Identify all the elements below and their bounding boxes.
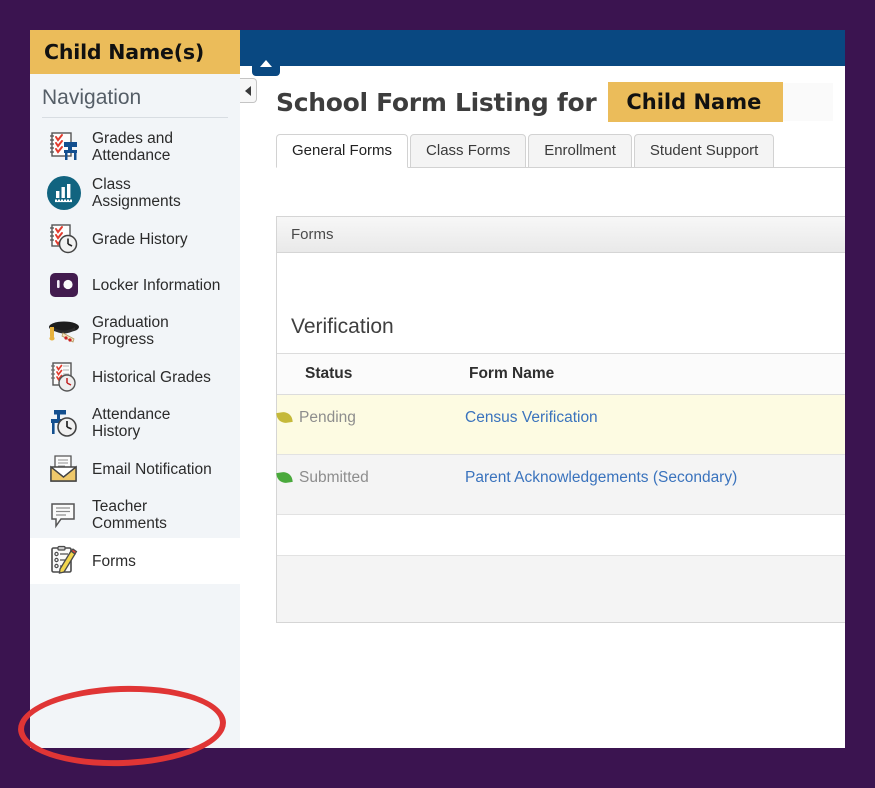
triangle-left-icon (245, 85, 251, 96)
table-row-spacer (277, 514, 845, 556)
cell-footer (465, 555, 845, 622)
sidebar-item-label: Locker Information (92, 276, 221, 294)
locker-information-icon (44, 266, 84, 304)
sidebar-item-email-notification[interactable]: Email Notification (30, 446, 240, 492)
cell-status: Pending (276, 394, 465, 455)
student-name-chip: Child Name (608, 82, 784, 122)
sidebar-item-label: Class Assignments (92, 176, 181, 210)
collapse-header-button[interactable] (252, 56, 280, 76)
status-label: Submitted (299, 469, 369, 486)
sidebar-item-grade-history[interactable]: Grade History (30, 216, 240, 262)
sidebar-item-label: Grades and Attendance (92, 130, 173, 164)
class-assignments-icon (44, 174, 84, 212)
graduation-cap-icon (44, 312, 84, 350)
sidebar-item-forms[interactable]: Forms (30, 538, 240, 584)
leaf-icon-yellow (276, 411, 293, 424)
cell-form-name: Parent Acknowledgements (Secondary) (465, 454, 845, 515)
page-title: School Form Listing for (276, 87, 597, 117)
title-blank-chip (783, 83, 834, 121)
sidebar-item-attendance-history[interactable]: Attendance History (30, 400, 240, 446)
historical-grades-icon (44, 358, 84, 396)
column-header-status: Status (277, 353, 465, 395)
sidebar-item-locker-information[interactable]: Locker Information (30, 262, 240, 308)
grade-history-icon (44, 220, 84, 258)
table-row-footer (277, 555, 845, 622)
sidebar-item-grades-and-attendance[interactable]: Grades and Attendance (30, 124, 240, 170)
forms-icon (44, 542, 84, 580)
tab-class-forms[interactable]: Class Forms (410, 134, 527, 168)
form-link-parent-acknowledgements[interactable]: Parent Acknowledgements (Secondary) (465, 469, 737, 486)
tab-student-support[interactable]: Student Support (633, 134, 775, 168)
main-window: School Form Listing for Child Name Gener… (240, 30, 845, 748)
table-row: Submitted Parent Acknowledgements (Secon… (276, 454, 845, 515)
cell-spacer (465, 514, 845, 556)
navigation-title: Navigation (42, 86, 142, 109)
cell-form-name: Census Verification (465, 394, 845, 455)
top-header-bar (240, 30, 845, 66)
teacher-comments-icon (44, 496, 84, 534)
sidebar-item-label: Historical Grades (92, 368, 211, 386)
navigation-divider (42, 117, 228, 118)
table-header-row: Status Form Name (277, 353, 845, 395)
triangle-up-icon (260, 60, 272, 67)
sidebar-item-historical-grades[interactable]: Historical Grades (30, 354, 240, 400)
form-link-census-verification[interactable]: Census Verification (465, 409, 598, 426)
attendance-history-icon (44, 404, 84, 442)
sidebar-item-label: Teacher Comments (92, 498, 167, 532)
sidebar-item-teacher-comments[interactable]: Teacher Comments (30, 492, 240, 538)
sidebar-item-label: Graduation Progress (92, 314, 169, 348)
student-name-label: Child Name(s) (44, 40, 205, 64)
verification-section-title: Verification (291, 315, 394, 338)
sidebar-toggle-button[interactable] (240, 78, 257, 103)
tab-enrollment[interactable]: Enrollment (528, 134, 632, 168)
status-label: Pending (299, 409, 356, 426)
forms-panel-body: Verification Status Form Name Pending Ce… (276, 253, 845, 622)
forms-panel: Forms Verification Status Form Name Pend… (276, 216, 845, 623)
leaf-icon-green (276, 471, 293, 484)
student-name-header: Child Name(s) (30, 30, 240, 74)
sidebar-item-label: Attendance History (92, 406, 171, 440)
sidebar-item-graduation-progress[interactable]: Graduation Progress (30, 308, 240, 354)
tab-general-forms[interactable]: General Forms (276, 134, 409, 168)
cell-footer (277, 555, 465, 622)
grades-attendance-icon (44, 128, 84, 166)
panel-spacer (277, 253, 845, 315)
tab-bar: General Forms Class Forms Enrollment Stu… (276, 134, 845, 168)
page-body: School Form Listing for Child Name Gener… (240, 66, 845, 748)
sidebar-item-label: Forms (92, 552, 136, 570)
navigation-panel: Navigation Grades and Attendance Class A… (30, 74, 240, 748)
column-header-form-name: Form Name (465, 353, 845, 395)
page-title-row: School Form Listing for Child Name (276, 66, 845, 122)
table-row: Pending Census Verification (276, 394, 845, 455)
cell-status: Submitted (276, 454, 465, 515)
sidebar-item-label: Grade History (92, 230, 188, 248)
cell-spacer (277, 514, 465, 556)
sidebar-item-label: Email Notification (92, 460, 212, 478)
forms-table: Status Form Name Pending Census Verifica… (276, 353, 845, 622)
sidebar-item-class-assignments[interactable]: Class Assignments (30, 170, 240, 216)
email-notification-icon (44, 450, 84, 488)
forms-panel-header: Forms (277, 217, 845, 253)
sidebar: Child Name(s) Navigation Grades and Atte… (30, 30, 240, 748)
